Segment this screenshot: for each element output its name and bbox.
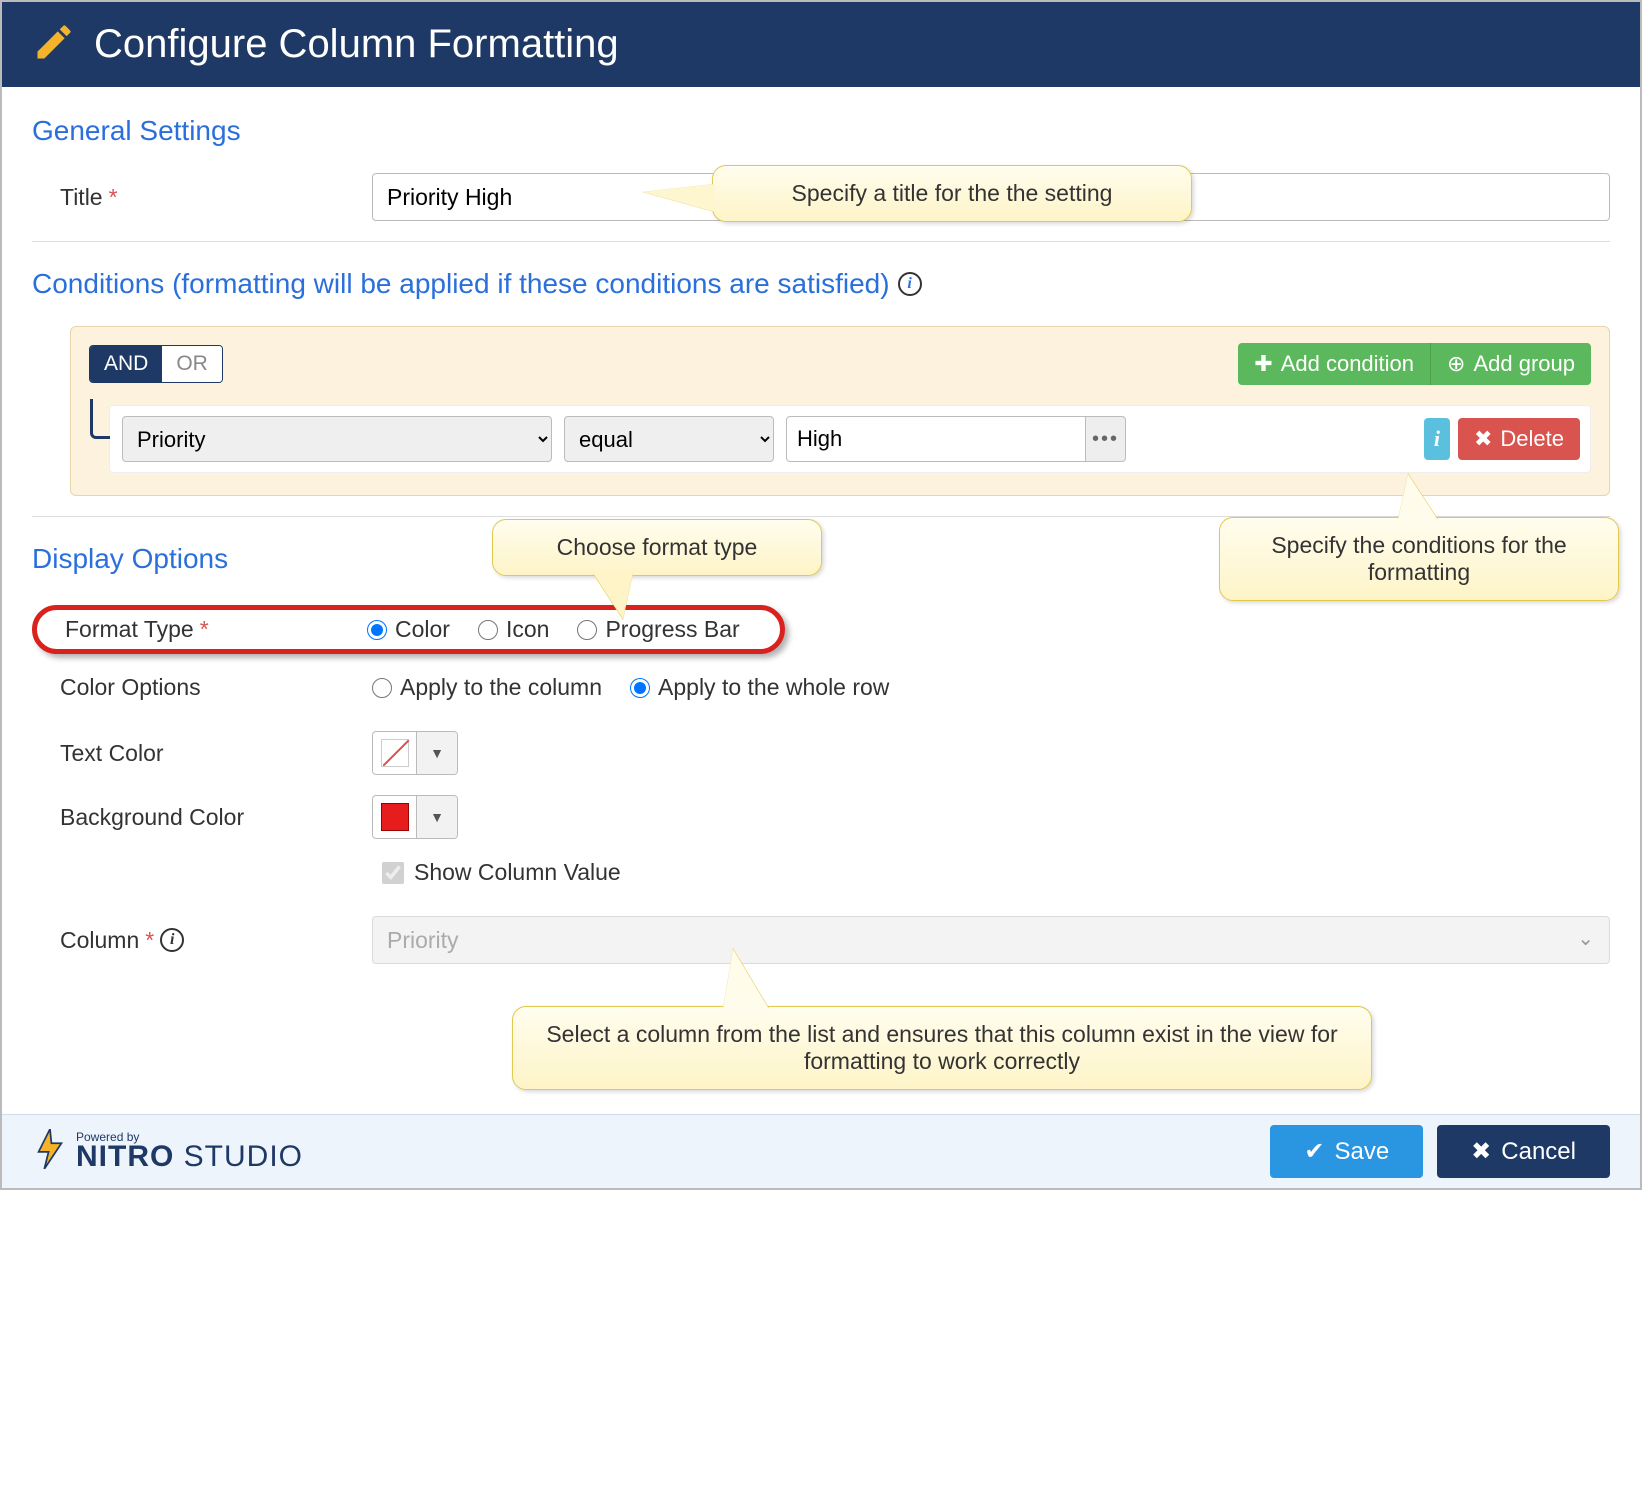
- format-type-radios: Color Icon Progress Bar: [367, 616, 740, 643]
- row-column: Column * i Priority Select a column from…: [32, 916, 1610, 964]
- callout-conditions: Specify the conditions for the formattin…: [1219, 517, 1619, 601]
- condition-row: Priority equal ••• i ✖ Delete: [109, 405, 1591, 473]
- pencil-icon: [32, 20, 76, 69]
- condition-delete-button[interactable]: ✖ Delete: [1458, 418, 1580, 460]
- condition-field-select[interactable]: Priority: [122, 416, 552, 462]
- label-show-column-value: Show Column Value: [414, 859, 621, 886]
- logic-or[interactable]: OR: [162, 346, 222, 382]
- row-background-color: Background Color ▼: [32, 795, 1610, 839]
- add-condition-button[interactable]: ✚ Add condition: [1238, 343, 1431, 385]
- add-group-button[interactable]: ⊕ Add group: [1431, 343, 1591, 385]
- lightning-icon: [32, 1129, 68, 1174]
- condition-value-picker-button[interactable]: •••: [1086, 416, 1126, 462]
- info-icon[interactable]: i: [898, 272, 922, 296]
- label-text-color: Text Color: [32, 740, 352, 767]
- color-options-radios: Apply to the column Apply to the whole r…: [372, 674, 889, 701]
- background-color-swatch: [373, 796, 417, 838]
- background-color-dropdown[interactable]: ▼: [417, 796, 457, 838]
- text-color-dropdown[interactable]: ▼: [417, 732, 457, 774]
- label-color-options: Color Options: [32, 674, 352, 701]
- info-circle-icon: i: [1434, 426, 1440, 452]
- dialog: Configure Column Formatting General Sett…: [0, 0, 1642, 1190]
- condition-info-button[interactable]: i: [1424, 418, 1450, 460]
- row-show-column-value: Show Column Value: [32, 859, 1610, 886]
- cancel-button[interactable]: ✖ Cancel: [1437, 1125, 1610, 1178]
- callout-format-type: Choose format type: [492, 519, 822, 576]
- plus-circle-icon: ⊕: [1447, 351, 1465, 377]
- text-color-swatch: [373, 732, 417, 774]
- label-format-type: Format Type *: [47, 616, 367, 643]
- radio-icon[interactable]: Icon: [478, 616, 549, 643]
- brand-name: NITRO STUDIO: [76, 1140, 303, 1174]
- section-general-title: General Settings: [32, 115, 1610, 147]
- section-conditions-title: Conditions (formatting will be applied i…: [32, 268, 1610, 300]
- tree-connector: [90, 399, 110, 439]
- dialog-body: General Settings Title * Specify a title…: [2, 87, 1640, 1114]
- dialog-footer: Powered by NITRO STUDIO ✔ Save ✖ Cancel: [2, 1114, 1640, 1188]
- text-color-picker[interactable]: ▼: [372, 731, 458, 775]
- save-button[interactable]: ✔ Save: [1270, 1125, 1423, 1178]
- dialog-header: Configure Column Formatting: [2, 2, 1640, 87]
- brand-logo: Powered by NITRO STUDIO: [32, 1129, 303, 1174]
- red-color-icon: [381, 803, 409, 831]
- dialog-title: Configure Column Formatting: [94, 22, 619, 67]
- radio-apply-column[interactable]: Apply to the column: [372, 674, 602, 701]
- radio-apply-row[interactable]: Apply to the whole row: [630, 674, 889, 701]
- logic-toggle: AND OR: [89, 345, 223, 383]
- info-icon[interactable]: i: [160, 928, 184, 952]
- label-column: Column * i: [32, 927, 352, 954]
- radio-color[interactable]: Color: [367, 616, 450, 643]
- logic-and[interactable]: AND: [90, 346, 162, 382]
- condition-operator-select[interactable]: equal: [564, 416, 774, 462]
- row-text-color: Text Color ▼: [32, 731, 1610, 775]
- close-icon: ✖: [1474, 426, 1492, 452]
- plus-icon: ✚: [1254, 351, 1272, 377]
- separator: [32, 241, 1610, 242]
- column-select[interactable]: Priority: [372, 916, 1610, 964]
- required-marker: *: [109, 184, 118, 211]
- conditions-box: AND OR ✚ Add condition ⊕ Add group: [70, 326, 1610, 496]
- condition-value-input[interactable]: [786, 416, 1086, 462]
- highlight-format-type: Format Type * Color Icon Progress Bar: [32, 605, 785, 654]
- row-title: Title * Specify a title for the the sett…: [32, 173, 1610, 221]
- callout-column: Select a column from the list and ensure…: [512, 1006, 1372, 1090]
- required-marker: *: [145, 927, 154, 954]
- row-format-type: Format Type * Color Icon Progress Bar: [32, 605, 1610, 654]
- show-column-value-checkbox[interactable]: [382, 862, 404, 884]
- label-title: Title *: [32, 184, 352, 211]
- check-icon: ✔: [1304, 1137, 1324, 1166]
- row-color-options: Color Options Apply to the column Apply …: [32, 674, 1610, 701]
- radio-progress-bar[interactable]: Progress Bar: [577, 616, 739, 643]
- callout-title: Specify a title for the the setting: [712, 165, 1192, 222]
- label-background-color: Background Color: [32, 804, 352, 831]
- background-color-picker[interactable]: ▼: [372, 795, 458, 839]
- close-icon: ✖: [1471, 1137, 1491, 1166]
- no-color-icon: [381, 739, 409, 767]
- required-marker: *: [200, 616, 209, 643]
